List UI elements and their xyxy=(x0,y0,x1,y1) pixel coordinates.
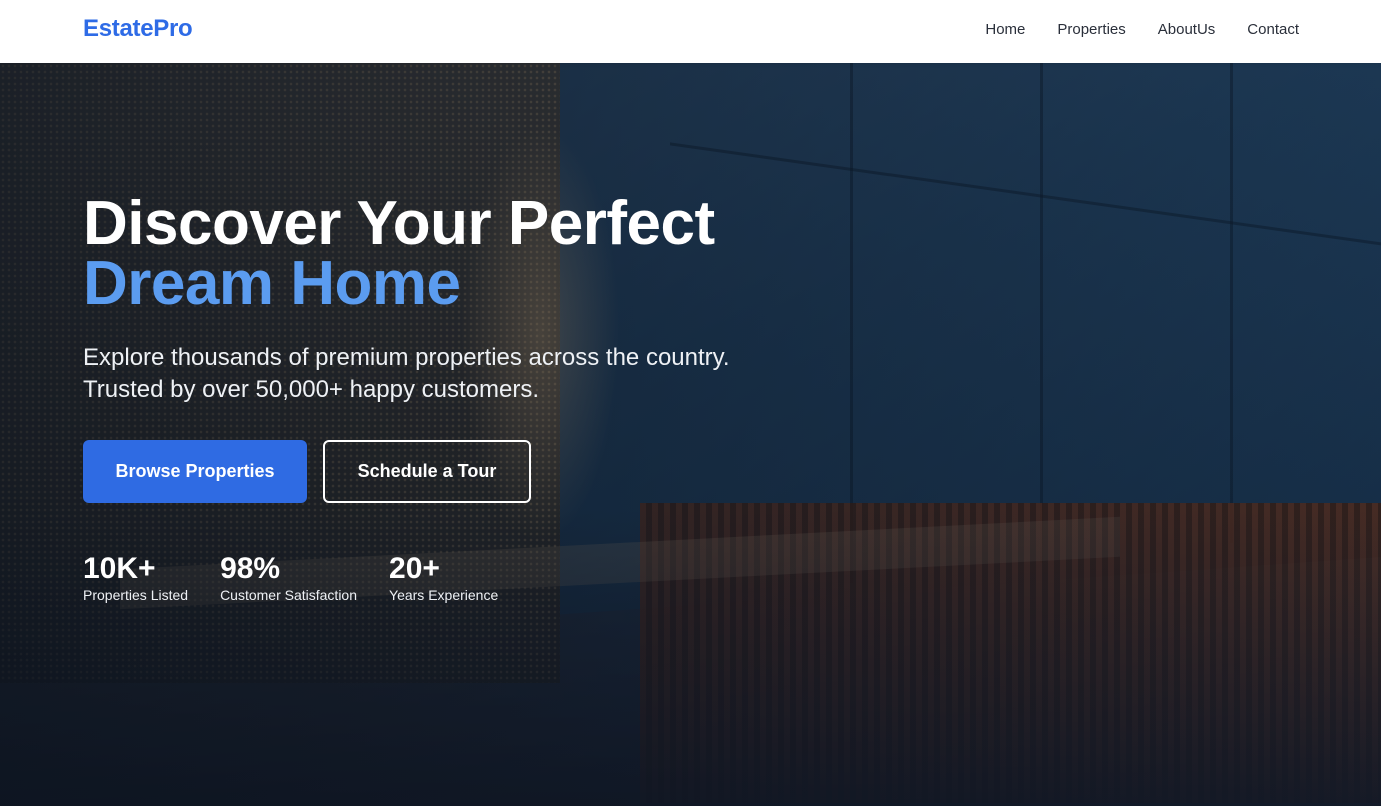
hero-title-line1: Discover Your Perfect xyxy=(83,189,715,258)
main-nav: Home Properties AboutUs Contact xyxy=(985,21,1299,38)
hero-title-highlight: Dream Home xyxy=(83,249,461,318)
nav-link-properties[interactable]: Properties xyxy=(1057,21,1125,38)
stat-label: Years Experience xyxy=(389,587,499,603)
stat-value: 10K+ xyxy=(83,552,156,585)
stat-experience: 20+ Years Experience xyxy=(389,552,499,604)
browse-properties-button[interactable]: Browse Properties xyxy=(83,440,307,503)
stat-value: 98% xyxy=(220,552,281,585)
stat-satisfaction: 98% Customer Satisfaction xyxy=(220,552,358,604)
stat-label: Properties Listed xyxy=(83,587,189,603)
stat-label: Customer Satisfaction xyxy=(220,587,358,603)
nav-link-about[interactable]: AboutUs xyxy=(1158,21,1216,38)
nav-link-home[interactable]: Home xyxy=(985,21,1025,38)
hero-stats: 10K+ Properties Listed 98% Customer Sati… xyxy=(83,552,803,604)
schedule-tour-button[interactable]: Schedule a Tour xyxy=(323,440,531,503)
stat-properties: 10K+ Properties Listed xyxy=(83,552,189,604)
top-navbar: EstatePro Home Properties AboutUs Contac… xyxy=(0,0,1381,63)
hero-actions: Browse Properties Schedule a Tour xyxy=(83,440,803,503)
stat-value: 20+ xyxy=(389,552,440,585)
hero-subtitle: Explore thousands of premium properties … xyxy=(83,344,730,403)
hero-content: Discover Your Perfect Dream Home Explore… xyxy=(83,193,803,604)
nav-link-contact[interactable]: Contact xyxy=(1247,21,1299,38)
hero-title: Discover Your Perfect Dream Home xyxy=(83,193,803,318)
brand-logo[interactable]: EstatePro xyxy=(83,15,193,43)
